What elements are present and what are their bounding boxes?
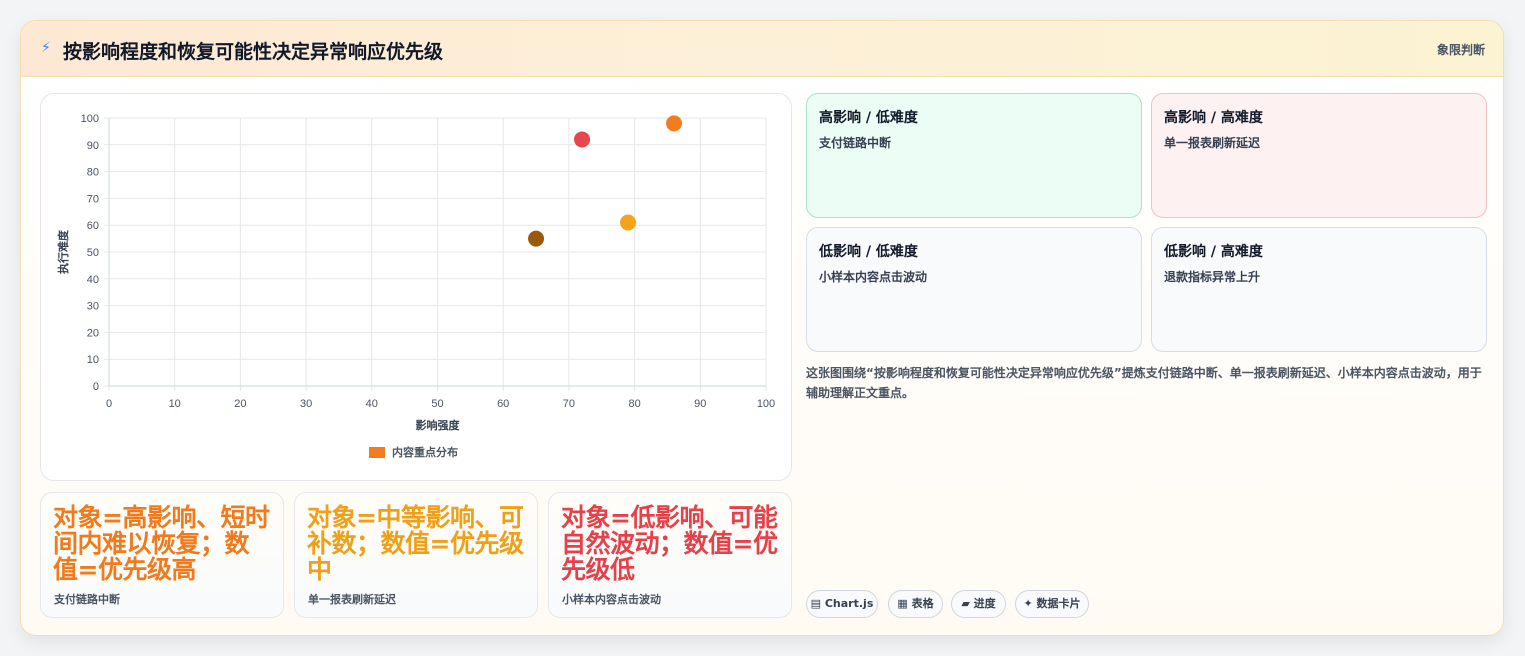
y-tick-label: 10 — [87, 354, 99, 366]
quadrant-title: 低影响 / 低难度 — [819, 244, 918, 260]
stat-card-caption: 单一报表刷新延迟 — [308, 593, 396, 606]
quadrant-item: 支付链路中断 — [819, 136, 892, 150]
x-axis-title: 影响强度 — [416, 418, 461, 432]
y-tick-label: 40 — [87, 274, 99, 286]
tag-chartjs[interactable]: ▤ Chart.js — [806, 590, 878, 618]
x-tick-label: 70 — [563, 398, 575, 410]
legend-swatch — [369, 447, 385, 458]
sparkle-icon: ✦ — [1023, 597, 1033, 610]
priority-card: ⚡ 按影响程度和恢复可能性决定异常响应优先级 象限判断 0 10 20 30 40 50 6… — [20, 20, 1504, 636]
quadrant-title: 高影响 / 低难度 — [819, 110, 918, 126]
tag-label: 数据卡片 — [1036, 597, 1081, 610]
stat-card-low: 对象=低影响、可能自然波动；数值=优先级低 小样本内容点击波动 — [548, 492, 792, 618]
scatter-chart: 0 10 20 30 40 50 60 70 80 90 100 0 10 20 30 40 50 60 70 80 9… — [40, 93, 792, 481]
y-tick-label: 70 — [87, 193, 99, 205]
scatter-point — [574, 131, 591, 148]
stat-card-high: 对象=高影响、短时间内难以恢复；数值=优先级高 支付链路中断 — [40, 492, 284, 618]
y-tick-label: 20 — [87, 327, 99, 339]
quadrant-low-impact-high-difficulty: 低影响 / 高难度 退款指标异常上升 — [1151, 227, 1487, 352]
header-tag: 象限判断 — [1436, 43, 1485, 57]
stat-card-headline: 对象=中等影响、可补数；数值=优先级中 — [307, 503, 524, 584]
x-tick-label: 50 — [431, 398, 443, 410]
tag-label: Chart.js — [824, 597, 874, 610]
y-tick-label: 60 — [87, 220, 99, 232]
x-tick-label: 60 — [497, 398, 509, 410]
y-tick-label: 50 — [87, 247, 99, 259]
x-tick-label: 0 — [106, 398, 112, 410]
tag-data-card[interactable]: ✦ 数据卡片 — [1015, 590, 1089, 618]
table-icon: ▦ — [897, 597, 908, 610]
quadrant-high-impact-low-difficulty: 高影响 / 低难度 支付链路中断 — [806, 93, 1142, 218]
y-tick-label: 30 — [87, 301, 99, 313]
quadrant-item: 退款指标异常上升 — [1164, 270, 1261, 284]
tag-table[interactable]: ▦ 表格 — [888, 590, 943, 618]
chart-canvas: 0 10 20 30 40 50 60 70 80 90 100 0 10 20 30 40 50 60 70 80 9… — [56, 113, 775, 459]
scatter-point — [528, 230, 545, 247]
progress-icon: ▰ — [961, 597, 970, 610]
y-tick-label: 0 — [93, 381, 99, 393]
stat-card-headline: 对象=低影响、可能自然波动；数值=优先级低 — [561, 503, 778, 584]
tag-label: 表格 — [911, 597, 934, 610]
quadrant-title: 高影响 / 高难度 — [1164, 110, 1263, 126]
quadrant-high-impact-high-difficulty: 高影响 / 高难度 单一报表刷新延迟 — [1151, 93, 1487, 218]
tag-label: 进度 — [973, 597, 996, 610]
tag-progress[interactable]: ▰ 进度 — [951, 590, 1006, 618]
chart-description: 这张图围绕“按影响程度和恢复可能性决定异常响应优先级”提炼支付链路中断、单一报表… — [806, 366, 1482, 400]
x-tick-label: 10 — [169, 398, 181, 410]
y-tick-label: 100 — [81, 113, 99, 125]
card-header: ⚡ 按影响程度和恢复可能性决定异常响应优先级 象限判断 — [21, 21, 1503, 77]
quadrant-item: 单一报表刷新延迟 — [1164, 136, 1261, 150]
stat-card-medium: 对象=中等影响、可补数；数值=优先级中 单一报表刷新延迟 — [294, 492, 538, 618]
x-tick-label: 30 — [300, 398, 312, 410]
quadrant-title: 低影响 / 高难度 — [1164, 244, 1263, 260]
quadrant-low-impact-low-difficulty: 低影响 / 低难度 小样本内容点击波动 — [806, 227, 1142, 352]
scatter-point — [620, 214, 637, 231]
y-tick-label: 90 — [87, 140, 99, 152]
x-tick-label: 80 — [628, 398, 640, 410]
x-tick-label: 40 — [366, 398, 378, 410]
y-axis-title: 执行难度 — [56, 229, 70, 274]
x-tick-label: 20 — [234, 398, 246, 410]
x-tick-label: 90 — [694, 398, 706, 410]
stat-card-headline: 对象=高影响、短时间内难以恢复；数值=优先级高 — [53, 503, 270, 584]
stat-card-caption: 支付链路中断 — [54, 593, 120, 606]
scatter-point — [666, 115, 683, 132]
page-title: 按影响程度和恢复可能性决定异常响应优先级 — [63, 41, 444, 63]
quadrant-item: 小样本内容点击波动 — [819, 270, 928, 284]
legend-label: 内容重点分布 — [392, 445, 458, 459]
y-tick-label: 80 — [87, 167, 99, 179]
x-tick-label: 100 — [757, 398, 775, 410]
chart-icon: ▤ — [810, 597, 822, 610]
lightning-icon: ⚡ — [41, 40, 51, 56]
stat-card-caption: 小样本内容点击波动 — [562, 593, 661, 606]
